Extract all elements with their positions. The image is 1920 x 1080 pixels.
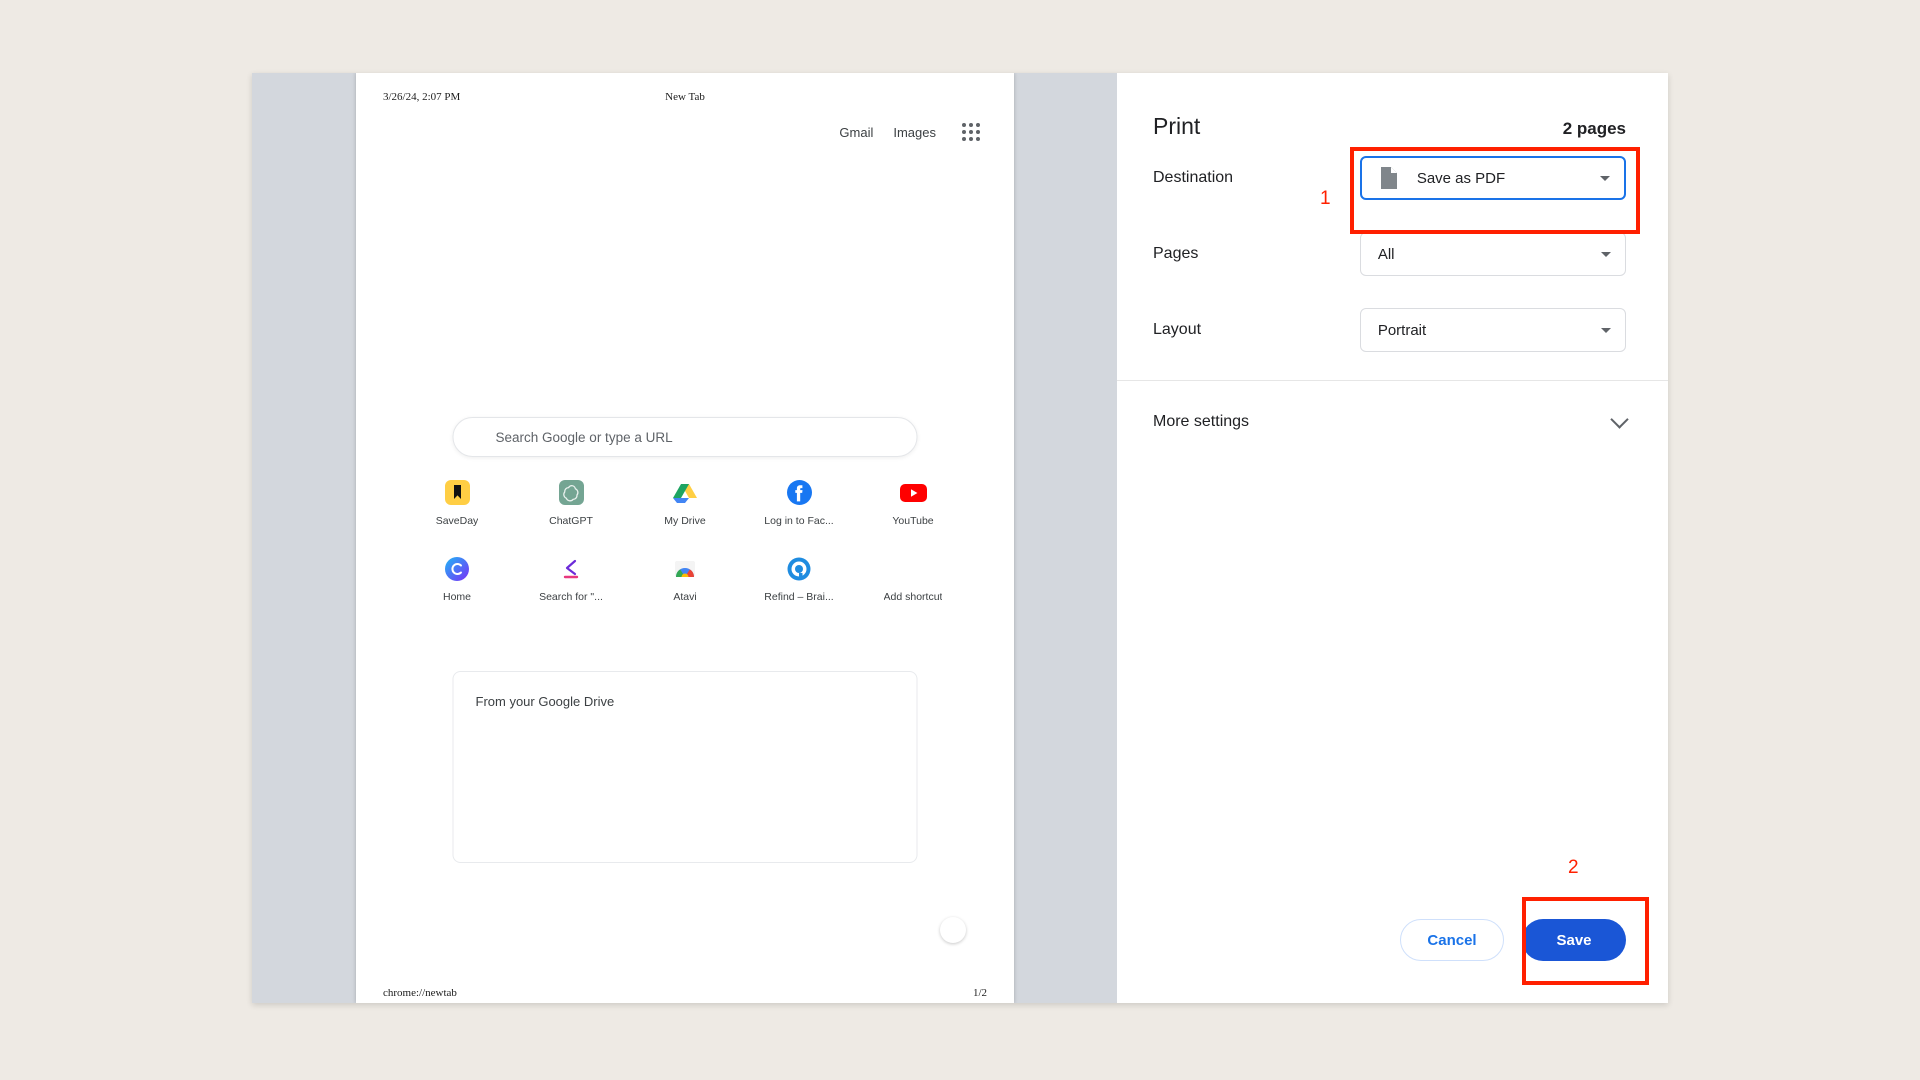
save-button[interactable]: Save (1522, 919, 1626, 961)
saveday-icon (444, 479, 471, 506)
pages-value: All (1377, 245, 1395, 263)
shortcut-saveday[interactable]: SaveDay (413, 479, 501, 527)
shortcut-label: SaveDay (435, 515, 479, 527)
chevron-down-icon (1601, 251, 1611, 257)
search-for-icon (558, 555, 585, 582)
more-settings-label: More settings (1153, 413, 1250, 430)
facebook-icon (786, 479, 813, 506)
layout-label: Layout (1153, 321, 1202, 338)
settings-list: Destination Save as PDF Pages All Layout… (1117, 140, 1668, 368)
destination-label: Destination (1153, 169, 1234, 186)
print-page-title: New Tab (665, 91, 705, 103)
shortcut-search-for[interactable]: Search for "... (527, 555, 615, 603)
shortcut-label: Search for "... (539, 591, 603, 603)
destination-dropdown[interactable]: Save as PDF (1359, 156, 1626, 200)
chatgpt-icon (558, 479, 585, 506)
print-page-number: 1/2 (972, 987, 987, 999)
chevron-down-icon (1610, 410, 1629, 429)
google-drive-card: From your Google Drive (452, 671, 918, 863)
print-source-url: chrome://newtab (383, 987, 457, 999)
row-layout: Layout Portrait (1153, 292, 1626, 368)
refind-icon (786, 555, 813, 582)
print-dialog-window: 3/26/24, 2:07 PM New Tab Gmail Images Se… (252, 73, 1668, 1003)
shortcut-chatgpt[interactable]: ChatGPT (527, 479, 615, 527)
drive-card-title: From your Google Drive (475, 694, 615, 709)
shortcut-add-shortcut[interactable]: Add shortcut (869, 555, 957, 603)
row-destination: Destination Save as PDF (1153, 140, 1626, 216)
shortcut-my-drive[interactable]: My Drive (641, 479, 729, 527)
apps-grid-icon[interactable] (962, 123, 980, 141)
shortcut-label: ChatGPT (549, 515, 593, 527)
preview-page-sheet: 3/26/24, 2:07 PM New Tab Gmail Images Se… (356, 73, 1014, 1003)
shortcut-atavi[interactable]: Atavi (641, 555, 729, 603)
destination-value: Save as PDF (1416, 169, 1506, 187)
print-preview-pane[interactable]: 3/26/24, 2:07 PM New Tab Gmail Images Se… (252, 73, 1117, 1003)
google-top-links: Gmail Images (839, 123, 980, 141)
shortcut-label: My Drive (664, 515, 706, 527)
layout-value: Portrait (1377, 321, 1427, 339)
search-input[interactable]: Search Google or type a URL (452, 417, 918, 457)
home-c-icon (444, 555, 471, 582)
more-settings-toggle[interactable]: More settings (1117, 381, 1668, 463)
shortcut-label: Atavi (673, 591, 697, 603)
shortcut-home[interactable]: Home (413, 555, 501, 603)
shortcut-label: Home (442, 591, 471, 603)
print-settings-panel: Print 2 pages Destination Save as PDF Pa… (1117, 73, 1668, 1003)
shortcut-label: Log in to Fac... (764, 515, 834, 527)
pdf-file-icon (1380, 167, 1397, 189)
cancel-button[interactable]: Cancel (1400, 919, 1504, 961)
chevron-down-icon (1600, 175, 1610, 181)
shortcut-row-2: Home Search for "... Atavi Refind – Brai… (385, 555, 985, 603)
shortcut-label: YouTube (892, 515, 934, 527)
chevron-down-icon (1601, 327, 1611, 333)
layout-dropdown[interactable]: Portrait (1359, 308, 1626, 352)
shortcut-label: Refind – Brai... (764, 591, 834, 603)
shortcut-label: Add shortcut (883, 591, 943, 603)
page-count-badge: 2 pages (1562, 119, 1626, 138)
page-title: Print (1153, 113, 1201, 139)
shortcut-facebook[interactable]: Log in to Fac... (755, 479, 843, 527)
youtube-icon (899, 479, 927, 506)
shortcut-refind[interactable]: Refind – Brai... (755, 555, 843, 603)
shortcut-row-1: SaveDay ChatGPT My Drive Log in to Fac..… (385, 479, 985, 527)
row-pages: Pages All (1153, 216, 1626, 292)
images-link[interactable]: Images (893, 125, 936, 140)
add-shortcut-icon (900, 555, 927, 582)
atavi-icon (672, 555, 699, 582)
pages-label: Pages (1153, 245, 1199, 262)
shortcut-youtube[interactable]: YouTube (869, 479, 957, 527)
panel-header: Print 2 pages (1117, 73, 1668, 140)
google-drive-icon (672, 479, 699, 506)
dialog-actions: Cancel Save (1400, 919, 1626, 961)
gmail-link[interactable]: Gmail (839, 125, 873, 140)
search-placeholder-text: Search Google or type a URL (495, 429, 673, 445)
pages-dropdown[interactable]: All (1359, 232, 1626, 276)
customize-chrome-button[interactable] (940, 917, 966, 943)
